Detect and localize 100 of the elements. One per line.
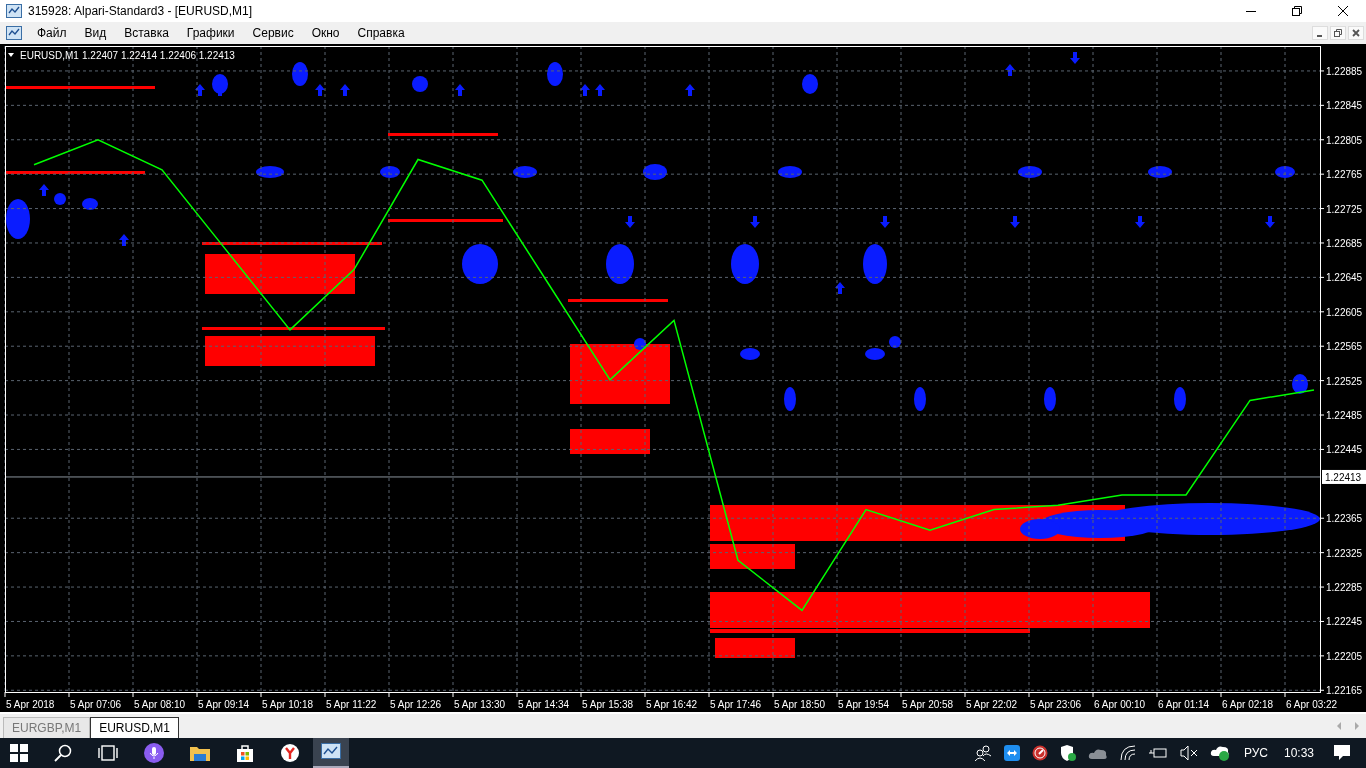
child-close-button[interactable] <box>1348 26 1364 40</box>
task-view-icon[interactable] <box>98 745 118 761</box>
cloud-check-icon[interactable] <box>1209 745 1230 761</box>
down-arrow-icon <box>1265 216 1275 228</box>
close-icon <box>1352 29 1360 37</box>
price-label: 1.22365 <box>1326 513 1363 525</box>
indicator-marker-cluster <box>462 244 498 284</box>
indicator-marker-cluster <box>292 62 308 86</box>
price-label: 1.22525 <box>1326 375 1363 387</box>
indicator-marker-cluster <box>54 193 66 205</box>
indicator-marker-cluster <box>865 348 885 360</box>
price-label: 1.22485 <box>1326 410 1363 421</box>
price-label: 1.22685 <box>1326 238 1363 249</box>
menu-item[interactable]: Файл <box>28 26 76 40</box>
indicator-marker-cluster <box>82 198 98 210</box>
price-label: 1.22205 <box>1326 650 1363 662</box>
time-label: 5 Apr 23:06 <box>1030 699 1082 710</box>
time-label: 5 Apr 14:34 <box>518 699 570 710</box>
down-arrow-icon <box>750 216 760 228</box>
indicator-marker-cluster <box>740 348 760 360</box>
time-label: 6 Apr 03:22 <box>1286 699 1338 710</box>
wifi-icon[interactable] <box>1119 745 1136 761</box>
clock[interactable]: 10:33 <box>1283 746 1314 760</box>
up-arrow-icon <box>1005 64 1015 76</box>
input-language[interactable]: РУС <box>1243 746 1268 760</box>
folder-icon[interactable] <box>190 745 210 761</box>
price-label: 1.22245 <box>1326 616 1363 628</box>
shield-check-icon[interactable] <box>1059 745 1076 761</box>
chart-window-icon <box>321 743 341 761</box>
microphone-icon[interactable] <box>144 743 164 763</box>
chart-symbol: EURUSD,M1 <box>20 50 79 61</box>
document-chart-icon[interactable] <box>6 26 22 40</box>
time-label: 5 Apr 11:22 <box>326 699 377 710</box>
time-label: 5 Apr 22:02 <box>966 699 1018 710</box>
up-arrow-icon <box>580 84 590 96</box>
menu-item[interactable]: Графики <box>177 26 244 40</box>
menu-item[interactable]: Вставка <box>115 26 178 40</box>
search-icon[interactable] <box>54 744 72 762</box>
up-arrow-icon <box>835 282 845 294</box>
indicator-marker-cluster <box>1148 166 1172 178</box>
time-label: 6 Apr 02:18 <box>1222 699 1274 710</box>
indicator-marker-cluster <box>643 164 667 180</box>
collapse-triangle-icon[interactable] <box>8 53 14 57</box>
price-label: 1.22885 <box>1326 65 1363 77</box>
window-title: 315928: Alpari-Standard3 - [EURUSD,M1] <box>28 4 253 18</box>
price-label: 1.22845 <box>1326 100 1363 112</box>
close-icon <box>1338 6 1348 16</box>
notification-icon[interactable] <box>1334 745 1350 761</box>
price-label: 1.22765 <box>1326 169 1363 181</box>
child-minimize-button[interactable] <box>1312 26 1328 40</box>
time-label: 5 Apr 2018 <box>6 699 55 710</box>
down-arrow-icon <box>1010 216 1020 228</box>
indicator-marker-cluster <box>731 244 759 284</box>
chart-tab[interactable]: EURGBP,M1 <box>3 717 91 738</box>
speaker-muted-icon[interactable] <box>1179 745 1198 761</box>
time-label: 5 Apr 09:14 <box>198 699 250 710</box>
down-arrow-icon <box>880 216 890 228</box>
indicator-marker-cluster <box>547 62 563 86</box>
battery-plug-icon[interactable] <box>1147 745 1168 761</box>
up-arrow-icon <box>595 84 605 96</box>
up-arrow-icon <box>119 234 129 246</box>
time-label: 6 Apr 01:14 <box>1158 699 1210 710</box>
compass-icon[interactable] <box>1031 745 1048 761</box>
price-label: 1.22645 <box>1326 272 1363 284</box>
indicator-marker-cluster <box>1044 387 1056 411</box>
time-label: 5 Apr 08:10 <box>134 699 186 710</box>
time-label: 5 Apr 18:50 <box>774 699 826 710</box>
time-label: 5 Apr 12:26 <box>390 699 442 710</box>
menu-item[interactable]: Окно <box>302 26 349 40</box>
menu-item[interactable]: Сервис <box>243 26 303 40</box>
price-label: 1.22285 <box>1326 582 1363 594</box>
price-label: 1.22565 <box>1326 341 1363 353</box>
restore-icon <box>1292 6 1302 16</box>
time-label: 5 Apr 13:30 <box>454 699 506 710</box>
shopping-bag-icon[interactable] <box>236 744 254 762</box>
chart-tab[interactable]: EURUSD,M1 <box>90 717 179 738</box>
indicator-marker-cluster <box>634 338 646 350</box>
current-price-tag: 1.22413 <box>1322 469 1366 484</box>
active-app-button[interactable] <box>313 738 349 768</box>
down-arrow-icon <box>1135 216 1145 228</box>
indicator-marker-cluster <box>1018 166 1042 178</box>
indicator-marker-cluster <box>889 336 901 348</box>
up-arrow-icon <box>685 84 695 96</box>
menu-item[interactable]: Справка <box>348 26 414 40</box>
up-arrow-icon <box>195 84 205 96</box>
indicator-marker-cluster <box>606 244 634 284</box>
windows-logo-icon[interactable] <box>10 744 28 762</box>
indicator-marker-cluster <box>914 387 926 411</box>
people-icon[interactable] <box>973 745 992 761</box>
cloud-icon[interactable] <box>1087 747 1108 759</box>
price-label: 1.22725 <box>1326 203 1363 215</box>
child-restore-button[interactable] <box>1330 26 1346 40</box>
price-label: 1.22445 <box>1326 444 1363 456</box>
remote-arrows-icon[interactable] <box>1003 745 1020 761</box>
browser-logo-icon[interactable] <box>280 743 300 763</box>
up-arrow-icon <box>340 84 350 96</box>
price-label: 1.22605 <box>1326 306 1363 318</box>
indicator-marker-cluster <box>778 166 802 178</box>
menu-item[interactable]: Вид <box>75 26 116 40</box>
indicator-marker-cluster <box>1292 374 1308 394</box>
